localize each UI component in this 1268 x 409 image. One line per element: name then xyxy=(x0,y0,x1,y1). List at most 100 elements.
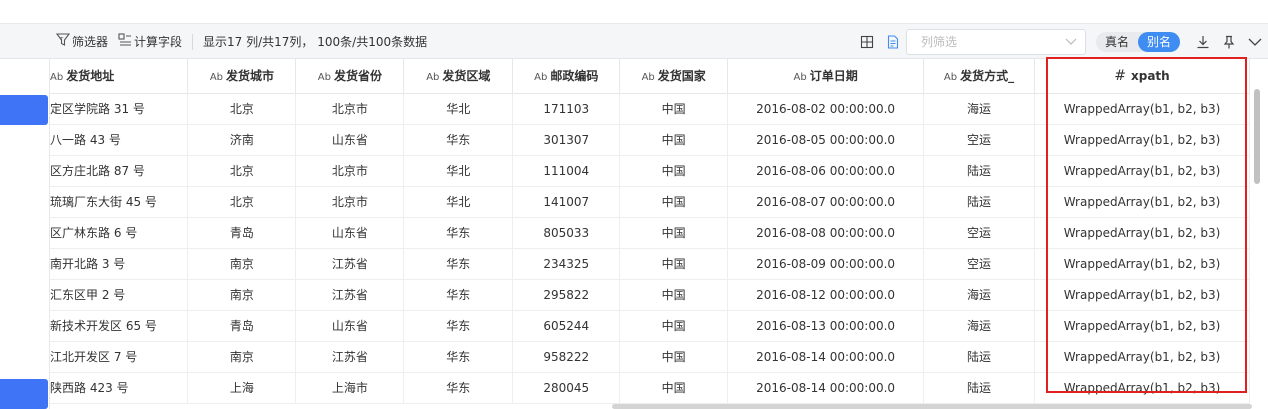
table-cell: 陆运 xyxy=(923,186,1035,218)
column-header-label: 发货城市 xyxy=(226,69,275,84)
table-cell: 958222 xyxy=(512,341,621,373)
table-header-row: Ab 发货地址 Ab 发货城市 Ab 发货省份 Ab 发货区域 Ab 邮政编码 Ab 发货国家 Ab 订单… xyxy=(50,59,1250,94)
data-summary: 显示17 列/共17列， 100条/共100条数据 xyxy=(203,35,428,49)
side-blue-button-top[interactable] xyxy=(0,95,48,125)
table-cell: 2016-08-06 00:00:00.0 xyxy=(727,155,925,187)
table-cell: 青岛 xyxy=(187,310,297,342)
horizontal-scrollbar[interactable] xyxy=(612,404,1252,409)
table-cell: 区广林东路 6 号 xyxy=(50,217,189,249)
vertical-scrollbar[interactable] xyxy=(1254,59,1260,404)
table-cell: 海运 xyxy=(923,310,1035,342)
column-header[interactable]: Ab 发货地址 xyxy=(50,59,189,94)
table-cell: 中国 xyxy=(619,248,729,280)
filter-label: 筛选器 xyxy=(72,35,109,49)
table-row[interactable]: 新技术开发区 65 号青岛 山东省 华东 605244 中国 2016-08-13 00:… xyxy=(50,310,1250,342)
table-cell: 2016-08-13 00:00:00.0 xyxy=(727,310,925,342)
table-cell: 江北开发区 7 号 xyxy=(50,341,189,373)
download-icon[interactable] xyxy=(1190,29,1216,55)
table-cell: 北京市 xyxy=(295,93,405,125)
table-cell: 山东省 xyxy=(295,310,405,342)
table-cell: 济南 xyxy=(187,124,297,156)
table-cell: 2016-08-12 00:00:00.0 xyxy=(727,279,925,311)
grid-view-icon[interactable] xyxy=(854,29,880,55)
table-cell: 八一路 43 号 xyxy=(50,124,189,156)
table-cell: 中国 xyxy=(619,310,729,342)
collapse-chevron-icon[interactable] xyxy=(1242,29,1268,55)
table-cell: 北京 xyxy=(187,155,297,187)
table-cell: 南京 xyxy=(187,341,297,373)
toolbar-divider xyxy=(192,33,194,50)
table-row[interactable]: 陕西路 423 号上海 上海市 华东 280045 中国 2016-08-14 00:00… xyxy=(50,372,1250,404)
table-cell: 华东 xyxy=(403,341,514,373)
table-cell: 2016-08-02 00:00:00.0 xyxy=(727,93,925,125)
column-header[interactable]: Ab 邮政编码 xyxy=(512,59,621,94)
alias-option[interactable]: 别名 xyxy=(1137,31,1180,52)
table-cell: 北京市 xyxy=(295,155,405,187)
column-header-label: 发货省份 xyxy=(333,69,382,84)
table-cell: 空运 xyxy=(923,124,1035,156)
table-cell: 2016-08-14 00:00:00.0 xyxy=(727,372,925,404)
table-cell: 301307 xyxy=(512,124,621,156)
table-cell: 中国 xyxy=(619,372,729,404)
table-cell: 山东省 xyxy=(295,217,405,249)
table-row[interactable]: 定区学院路 31 号北京 北京市 华北 171103 中国 2016-08-02 00:0… xyxy=(50,93,1250,125)
pin-icon[interactable] xyxy=(1216,29,1242,55)
table-cell: 新技术开发区 65 号 xyxy=(50,310,189,342)
table-row[interactable]: 江北开发区 7 号南京 江苏省 华东 958222 中国 2016-08-14 00:00… xyxy=(50,341,1250,373)
table-cell: 南京 xyxy=(187,279,297,311)
column-header[interactable]: # xpath xyxy=(1034,59,1250,94)
table-row[interactable]: 八一路 43 号济南 山东省 华东 301307 中国 2016-08-05 00:00:… xyxy=(50,124,1250,156)
text-type-icon: Ab xyxy=(209,72,224,84)
table-cell: 北京市 xyxy=(295,186,405,218)
table-cell: 上海 xyxy=(187,372,297,404)
table-cell: 华东 xyxy=(403,310,514,342)
table-cell: 空运 xyxy=(923,217,1035,249)
column-filter-select[interactable]: 列筛选 xyxy=(905,28,1086,55)
document-view-icon[interactable] xyxy=(880,29,906,55)
table-cell: 605244 xyxy=(512,310,621,342)
table-cell: WrappedArray(b1, b2, b3) xyxy=(1034,248,1250,280)
table-cell: 华东 xyxy=(403,217,514,249)
table-cell: WrappedArray(b1, b2, b3) xyxy=(1034,93,1250,125)
table-cell: 汇东区甲 2 号 xyxy=(50,279,189,311)
column-header-label: 发货地址 xyxy=(66,69,115,84)
table-row[interactable]: 区方庄北路 87 号北京 北京市 华北 111004 中国 2016-08-06 00:0… xyxy=(50,155,1250,187)
column-filter-placeholder: 列筛选 xyxy=(920,35,957,49)
calc-field-label: 计算字段 xyxy=(134,35,183,49)
column-header-label: 邮政编码 xyxy=(550,69,599,84)
table-cell: 空运 xyxy=(923,248,1035,280)
toolbar-right: 列筛选 真名 别名 xyxy=(854,24,1268,59)
filter-button[interactable]: T 筛选器 xyxy=(55,33,109,50)
table-row[interactable]: 区广林东路 6 号青岛 山东省 华东 805033 中国 2016-08-08 00:00… xyxy=(50,217,1250,249)
table-cell: 华北 xyxy=(403,155,514,187)
vertical-scrollbar-thumb[interactable] xyxy=(1254,89,1260,184)
table-cell: 2016-08-05 00:00:00.0 xyxy=(727,124,925,156)
table-cell: 海运 xyxy=(923,93,1035,125)
top-strip xyxy=(0,0,1268,24)
real-name-option[interactable]: 真名 xyxy=(1096,32,1138,52)
table-cell: 234325 xyxy=(512,248,621,280)
table-cell: WrappedArray(b1, b2, b3) xyxy=(1034,341,1250,373)
column-header[interactable]: Ab 发货区域 xyxy=(403,59,514,94)
column-header[interactable]: Ab 发货方式_ xyxy=(923,59,1035,94)
calc-field-button[interactable]: 计算字段 xyxy=(118,33,182,50)
column-header[interactable]: Ab 发货省份 xyxy=(295,59,405,94)
table-cell: 华北 xyxy=(403,93,514,125)
table-row[interactable]: 南开北路 3 号南京 江苏省 华东 234325 中国 2016-08-09 00:00:… xyxy=(50,248,1250,280)
table-row[interactable]: 琉璃厂东大街 45 号北京 北京市 华北 141007 中国 2016-08-07 00:… xyxy=(50,186,1250,218)
table-cell: 中国 xyxy=(619,341,729,373)
table-toolbar: T 筛选器 计算字段 显示17 列/共17列， 100条/共100条数据 列筛选… xyxy=(0,24,1268,59)
table-cell: WrappedArray(b1, b2, b3) xyxy=(1034,372,1250,404)
table-row[interactable]: 汇东区甲 2 号南京 江苏省 华东 295822 中国 2016-08-12 00:00:… xyxy=(50,279,1250,311)
column-header[interactable]: Ab 发货城市 xyxy=(187,59,297,94)
filter-icon: T xyxy=(55,33,71,50)
column-header[interactable]: Ab 发货国家 xyxy=(619,59,729,94)
table-cell: 青岛 xyxy=(187,217,297,249)
table-cell: 北京 xyxy=(187,93,297,125)
column-header[interactable]: Ab 订单日期 xyxy=(727,59,925,94)
table-cell: 2016-08-08 00:00:00.0 xyxy=(727,217,925,249)
data-table: Ab 发货地址 Ab 发货城市 Ab 发货省份 Ab 发货区域 Ab 邮政编码 Ab 发货国家 Ab 订单… xyxy=(50,59,1250,404)
side-blue-button-bottom[interactable] xyxy=(0,379,48,409)
table-cell: 中国 xyxy=(619,155,729,187)
text-type-icon: Ab xyxy=(534,72,548,84)
